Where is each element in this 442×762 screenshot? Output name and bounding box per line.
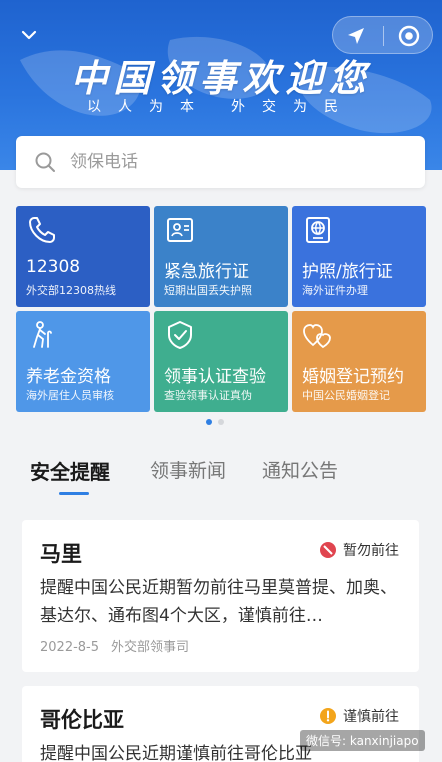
target-icon[interactable] [397,24,421,48]
tile-marriage-registration[interactable]: 婚姻登记预约 中国公民婚姻登记 [292,311,426,412]
slogan-sub-left: 以人为本 [87,99,211,115]
alert-country: 马里 [40,542,82,566]
alert-level-text: 暂勿前往 [343,543,399,559]
watermark: 微信号: kanxinjiapo [300,730,425,751]
tile-title: 养老金资格 [26,367,111,387]
tile-passport[interactable]: 护照/旅行证 海外证件办理 [292,206,426,307]
news-tabs: 安全提醒 领事新闻 通知公告 [0,452,442,502]
tile-emergency-travel-doc[interactable]: 紧急旅行证 短期出国丢失护照 [154,206,288,307]
carousel-dot-active[interactable] [206,419,212,425]
tile-title: 婚姻登记预约 [302,367,404,387]
elderly-icon [33,321,52,348]
tile-subtitle: 海外居住人员审核 [26,389,114,402]
slogan-title: 中国领事欢迎您 [70,56,372,100]
alert-card-mali[interactable]: 马里 暂勿前往 提醒中国公民近期暂勿前往马里莫普提、加奥、基达尔、通布图4个大区… [22,520,419,672]
capsule-divider [383,26,384,46]
slogan-subtitle: 以人为本 外交为民 [0,96,442,116]
chevron-down-icon[interactable] [18,24,40,46]
tile-subtitle: 中国公民婚姻登记 [302,389,390,402]
service-grid: 12308 外交部12308热线 紧急旅行证 短期出国丢失护照 护照/旅行证 海… [16,206,426,412]
tile-consular-authentication[interactable]: 领事认证查验 查验领事认证真伪 [154,311,288,412]
alert-level: 谨慎前往 [319,706,399,726]
alert-level-text: 谨慎前往 [343,709,399,725]
search-bar[interactable] [16,136,425,188]
active-tab-indicator [59,492,89,495]
tile-title: 12308 [26,257,81,277]
prohibited-icon [320,542,336,558]
passport-icon [306,217,330,243]
tile-subtitle: 短期出国丢失护照 [164,284,252,297]
tab-safety-alerts[interactable]: 安全提醒 [30,456,110,485]
slogan-sub-right: 外交为民 [231,99,355,115]
alert-date: 2022-8-5 [40,640,100,655]
tile-title: 领事认证查验 [164,367,266,387]
phone-icon [29,217,55,243]
alert-level: 暂勿前往 [319,540,399,560]
alert-meta: 2022-8-5 外交部领事司 [40,636,189,655]
alert-country: 哥伦比亚 [40,708,124,732]
hearts-icon [303,324,331,349]
warning-icon [320,708,336,724]
tile-title: 护照/旅行证 [302,262,393,282]
search-icon [35,152,55,172]
search-input[interactable] [70,152,390,172]
shield-check-icon [168,321,192,349]
alert-description: 提醒中国公民近期暂勿前往马里莫普提、加奥、基达尔、通布图4个大区，谨慎前往… [40,578,397,626]
carousel-dots [206,419,224,425]
tab-consular-news[interactable]: 领事新闻 [150,456,226,483]
id-card-icon [167,218,193,242]
tile-subtitle: 海外证件办理 [302,284,368,297]
carousel-dot[interactable] [218,419,224,425]
tile-pension-qualification[interactable]: 养老金资格 海外居住人员审核 [16,311,150,412]
tile-subtitle: 查验领事认证真伪 [164,389,252,402]
tile-subtitle: 外交部12308热线 [26,284,116,297]
tile-12308-hotline[interactable]: 12308 外交部12308热线 [16,206,150,307]
navigation-arrow-icon[interactable] [344,24,368,48]
alert-source: 外交部领事司 [111,640,190,655]
tile-title: 紧急旅行证 [164,262,249,282]
tab-notices[interactable]: 通知公告 [262,456,338,483]
